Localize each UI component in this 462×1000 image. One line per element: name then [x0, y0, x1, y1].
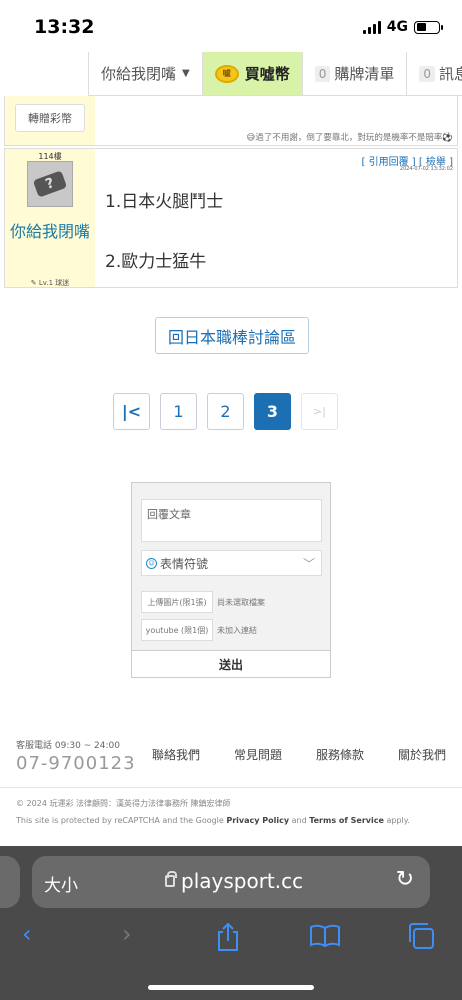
footer-link-faq[interactable]: 常見問題 [234, 746, 316, 763]
forward-icon[interactable]: › [122, 920, 132, 948]
service-info: 客服電話 09:30 ~ 24:00 07-9700123 [16, 738, 136, 774]
service-hours: 客服電話 09:30 ~ 24:00 [16, 741, 120, 751]
cart-label: 購牌清單 [334, 65, 395, 83]
url-display: playsport.cc [165, 869, 303, 893]
reload-icon[interactable]: ↻ [396, 867, 414, 892]
upload-image-button[interactable]: 上傳圖片(限1張) [141, 591, 213, 613]
author-level-label: Lv.1 球迷 [38, 279, 70, 287]
share-icon[interactable] [215, 922, 241, 952]
recaptcha-text: This site is protected by reCAPTCHA and … [16, 816, 227, 825]
last-page-icon: >| [313, 405, 326, 418]
page-2-button[interactable]: 2 [207, 393, 244, 430]
upload-image-status: 尚未選取檔案 [217, 597, 265, 607]
terms-link[interactable]: Terms of Service [309, 816, 384, 825]
status-time: 13:32 [34, 16, 95, 38]
caret-down-icon: ▼ [182, 68, 190, 79]
first-page-icon: |< [121, 402, 142, 421]
post-signature: 😅過了不用謝，倒了要靠北，對玩的是機率不是賠率⚽ [247, 131, 453, 143]
author-name[interactable]: 你給我閉嘴 [5, 221, 95, 243]
page-1-button[interactable]: 1 [160, 393, 197, 430]
browser-toolbar: ‹ › [0, 918, 462, 958]
messages-label: 訊息 [439, 65, 462, 83]
url-text: playsport.cc [181, 869, 304, 893]
buy-coin-button[interactable]: 噓 買噓幣 [202, 52, 303, 95]
page-3-button[interactable]: 3 [254, 393, 291, 430]
post-date: 2024-07-02 13:32:02 [399, 166, 453, 172]
tabs-icon[interactable] [406, 922, 436, 950]
gift-coin-button[interactable]: 轉贈彩幣 [15, 104, 85, 132]
footer-link-contact[interactable]: 聯絡我們 [152, 746, 234, 763]
back-to-forum-button[interactable]: 回日本職棒討論區 [155, 317, 309, 354]
reply-textarea[interactable]: 回覆文章 [141, 499, 322, 542]
reply-form: 回覆文章 ☺ 表情符號 ﹀ 上傳圖片(限1張) 尚未選取檔案 youtube (… [131, 482, 331, 678]
footer-divider [0, 787, 462, 788]
pagination: |< 1 2 3 >| [113, 393, 338, 430]
youtube-status: 未加入連結 [217, 625, 257, 635]
status-bar: 13:32 4G [0, 0, 462, 52]
and-text: and [289, 816, 310, 825]
chevron-down-icon: ﹀ [302, 557, 315, 571]
emoji-select-label: 表情符號 [160, 556, 209, 571]
author-level: ✎ Lv.1 球迷 [30, 279, 70, 287]
user-menu-label: 你給我閉嘴 [101, 65, 177, 83]
text-size-button[interactable]: 大小 [44, 871, 78, 896]
emoji-select[interactable]: ☺ 表情符號 ﹀ [141, 550, 322, 576]
smiley-icon: ☺ [146, 557, 157, 569]
home-indicator [148, 985, 314, 990]
lock-icon [165, 871, 177, 887]
recaptcha-notice: This site is protected by reCAPTCHA and … [16, 816, 410, 825]
cart-count-badge: 0 [314, 65, 331, 82]
bookmarks-icon[interactable] [309, 924, 341, 948]
user-menu[interactable]: 你給我閉嘴 ▼ [89, 52, 203, 95]
image-upload-row: 上傳圖片(限1張) 尚未選取檔案 [141, 591, 265, 613]
previous-tab-pill[interactable] [0, 856, 20, 908]
previous-post-sidebar: 轉贈彩幣 [5, 96, 95, 145]
previous-post-footer: 轉贈彩幣 😅過了不用謝，倒了要靠北，對玩的是機率不是賠率⚽ [4, 96, 458, 146]
address-bar[interactable]: 大小 playsport.cc ↻ [32, 856, 430, 908]
privacy-policy-link[interactable]: Privacy Policy [226, 816, 289, 825]
signal-icon [362, 20, 381, 34]
youtube-row: youtube (限1個) 未加入連結 [141, 619, 257, 641]
buy-coin-label: 買噓幣 [244, 65, 290, 83]
first-page-button[interactable]: |< [113, 393, 150, 430]
status-indicators: 4G [362, 19, 443, 35]
submit-button[interactable]: 送出 [132, 650, 330, 677]
top-nav: 你給我閉嘴 ▼ 噓 買噓幣 0 購牌清單 0 訊息 [88, 52, 462, 96]
post-author-panel: 114樓 ? 你給我閉嘴 ✎ Lv.1 球迷 [5, 149, 95, 287]
unknown-avatar-icon: ? [32, 170, 68, 198]
coin-icon: 噓 [214, 64, 239, 83]
post-line-1: 1.日本火腿鬥士 [105, 192, 224, 212]
browser-chrome: 大小 playsport.cc ↻ ‹ › [0, 846, 462, 1000]
battery-icon [414, 20, 443, 34]
post-114: 114樓 ? 你給我閉嘴 ✎ Lv.1 球迷 [ 引用回覆 ] [ 檢舉 ] 2… [4, 148, 458, 288]
back-icon[interactable]: ‹ [22, 920, 32, 948]
ball-icon: ⚽ [442, 133, 453, 143]
message-count-badge: 0 [419, 65, 436, 82]
copyright: © 2024 玩運彩 法律顧問：漢英得力法律事務所 陳鎮宏律師 [16, 799, 231, 808]
footer-links: 聯絡我們 常見問題 服務條款 關於我們 [152, 746, 462, 763]
footer-link-terms[interactable]: 服務條款 [316, 746, 398, 763]
avatar[interactable]: ? [27, 161, 73, 207]
network-label: 4G [386, 19, 408, 35]
last-page-button[interactable]: >| [301, 393, 338, 430]
signature-text: 過了不用謝，倒了要靠北，對玩的是機率不是賠率 [255, 133, 443, 143]
post-line-2: 2.歐力士猛牛 [105, 252, 207, 272]
youtube-link-button[interactable]: youtube (限1個) [141, 619, 213, 641]
cart-link[interactable]: 0 購牌清單 [303, 52, 408, 95]
messages-link[interactable]: 0 訊息 [407, 52, 462, 95]
service-phone[interactable]: 07-9700123 [16, 753, 136, 774]
footer-link-about[interactable]: 關於我們 [398, 746, 462, 763]
apply-text: apply. [383, 816, 410, 825]
